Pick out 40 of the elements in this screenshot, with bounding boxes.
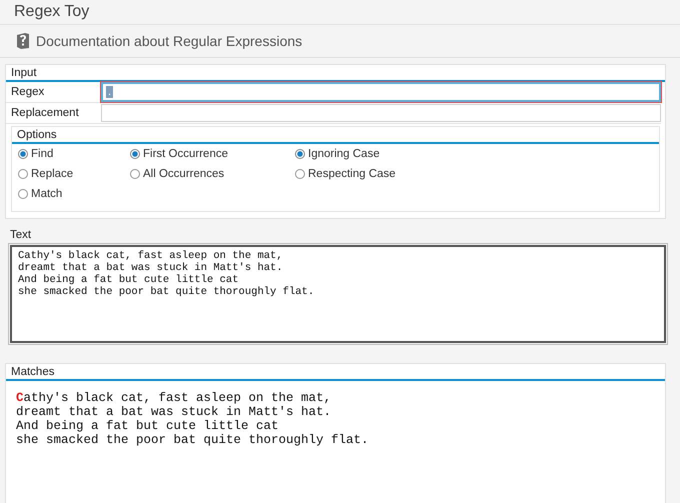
radio-label: First Occurrence [143, 148, 228, 160]
help-book-icon [16, 33, 30, 49]
match-line: she smacked the poor bat quite thoroughly flat. [16, 433, 370, 447]
radio-option[interactable]: Find [18, 147, 130, 161]
documentation-button[interactable]: Documentation about Regular Expressions [14, 31, 304, 51]
radio-button[interactable] [18, 149, 28, 159]
radio-label: Ignoring Case [308, 148, 380, 160]
radio-option[interactable]: All Occurrences [130, 167, 295, 181]
radio-option[interactable]: Match [18, 187, 130, 201]
input-field[interactable] [101, 104, 661, 122]
radio-option[interactable]: Respecting Case [295, 167, 396, 181]
panel-title: Input [11, 67, 37, 79]
text-line: And being a fat but cute little cat [18, 274, 240, 286]
text-line: Cathy's black cat, fast asleep on the mat, [18, 250, 284, 262]
match-line: Cathy's black cat, fast asleep on the mat, [16, 391, 332, 405]
radio-button[interactable] [130, 169, 140, 179]
text-label: Text [10, 229, 32, 241]
window-title: Regex Toy [14, 3, 90, 21]
radio-button[interactable] [295, 149, 305, 159]
radio-button[interactable] [130, 149, 140, 159]
text-line: she smacked the poor bat quite thoroughly flat. [18, 286, 316, 298]
radio-label: Replace [31, 168, 74, 180]
radio-button[interactable] [18, 189, 28, 199]
match-line: dreamt that a bat was stuck in Matt's hat. [16, 405, 332, 419]
group-title: Options [17, 129, 57, 141]
match-line: And being a fat but cute little cat [16, 419, 280, 433]
radio-option[interactable]: First Occurrence [130, 147, 295, 161]
text-line: dreamt that a bat was stuck in Matt's hat. [18, 262, 284, 274]
radio-button[interactable] [295, 169, 305, 179]
radio-option[interactable]: Ignoring Case [295, 147, 396, 161]
radio-label: Respecting Case [308, 168, 396, 180]
field-label: Replacement [10, 107, 80, 119]
radio-button[interactable] [18, 169, 28, 179]
field-label: Regex [10, 86, 46, 98]
panel-title: Matches [11, 366, 54, 378]
radio-label: Find [31, 148, 54, 160]
radio-option[interactable]: Replace [18, 167, 130, 181]
text-area[interactable]: Cathy's black cat, fast asleep on the mat, dreamt that a bat was stuck in Matt's hat. And being a fat but cute little cat she smacked the poor bat quite thoroughly flat. [10, 245, 666, 343]
radio-label: All Occurrences [143, 168, 224, 180]
radio-label: Match [31, 188, 62, 200]
